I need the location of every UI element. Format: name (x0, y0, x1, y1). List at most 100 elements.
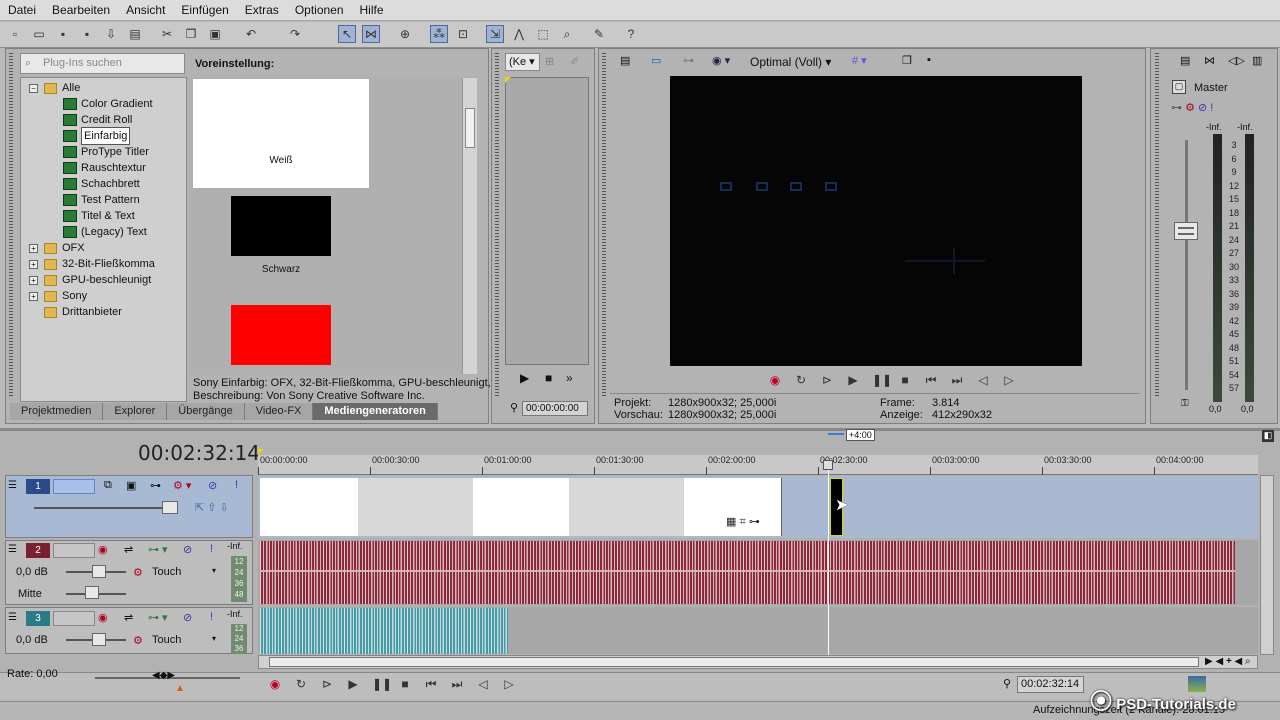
zoom-controls[interactable]: ▶ ◀ + ◀ ⌕ (1205, 656, 1251, 667)
help-pointer-icon[interactable]: ? (622, 25, 640, 43)
render-icon[interactable]: ⇩ (102, 25, 120, 43)
track-motion-icon[interactable]: ⧉ (104, 479, 112, 492)
master-fx-icons[interactable]: ⊶ ⚙ ⊘ ! (1171, 101, 1213, 114)
trimmer-dropdown[interactable]: (Ke ▾ (505, 53, 540, 71)
mute-icon[interactable]: ⊘ (208, 479, 217, 492)
video-preview[interactable] (670, 76, 1082, 366)
opacity-slider-handle[interactable] (162, 501, 178, 514)
arm-record-icon[interactable]: ◉ (98, 543, 108, 556)
mixer-dim-icon[interactable]: ◁▷ (1228, 54, 1245, 67)
tree-item-titel-text[interactable]: Titel & Text (63, 208, 135, 224)
tree-item-schachbrett[interactable]: Schachbrett (63, 176, 140, 192)
tree-item-protype-titler[interactable]: ProType Titler (63, 144, 149, 160)
record-icon[interactable]: ◉ (768, 373, 782, 387)
video-track-name[interactable] (53, 479, 95, 494)
save-icon[interactable]: ▪ (54, 25, 72, 43)
mixer-properties-icon[interactable]: ▤ (1180, 54, 1190, 67)
automation-icon[interactable]: ⚙ (133, 634, 143, 647)
trimmer-stop-icon[interactable]: ■ (545, 371, 552, 385)
trimmer-next-icon[interactable]: » (566, 371, 573, 385)
properties-icon[interactable]: ▤ (126, 25, 144, 43)
lock-icon[interactable]: ⚿ (1181, 398, 1189, 409)
open-folder-icon[interactable]: ▭ (30, 25, 48, 43)
tab-projektmedien[interactable]: Projektmedien (10, 403, 104, 420)
preset-white[interactable] (193, 79, 369, 188)
tree-item-sony[interactable]: + Sony (29, 288, 87, 304)
loop-icon[interactable]: ↻ (794, 373, 808, 387)
save-as-icon[interactable]: ▪ (78, 25, 96, 43)
loop-icon[interactable]: ↻ (294, 677, 308, 691)
paste-icon[interactable]: ▣ (206, 25, 224, 43)
go-to-end-icon[interactable]: ⏭ (950, 373, 964, 387)
selection-tool-icon[interactable]: ⬚ (534, 25, 552, 43)
save-snapshot-icon[interactable]: ▪ (927, 54, 931, 66)
envelope-tool-icon[interactable]: ⋀ (510, 25, 528, 43)
tree-item-test-pattern[interactable]: Test Pattern (63, 192, 140, 208)
automation-icon[interactable]: ⚙ (133, 566, 143, 579)
menu-datei[interactable]: Datei (0, 0, 44, 21)
external-monitor-icon[interactable]: ▭ (651, 54, 661, 67)
record-icon[interactable]: ◉ (268, 677, 282, 691)
undo-icon[interactable]: ↶ (242, 25, 260, 43)
tab-explorer[interactable]: Explorer (103, 403, 168, 420)
tree-item-color-gradient[interactable]: Color Gradient (63, 96, 153, 112)
auto-ripple-icon[interactable]: ↖ (338, 25, 356, 43)
grid-icon[interactable]: # ▾ (852, 54, 867, 67)
tree-item-rauschtextur[interactable]: Rauschtextur (63, 160, 146, 176)
audio-clip-2[interactable] (260, 541, 1235, 604)
copy-icon[interactable]: ❐ (182, 25, 200, 43)
track-collapse-icon[interactable]: ☰ (8, 612, 17, 623)
lock-envelope-icon[interactable]: ⊡ (454, 25, 472, 43)
menu-hilfe[interactable]: Hilfe (352, 0, 392, 21)
tree-item-alle[interactable]: − Alle (29, 80, 80, 96)
play-icon[interactable]: ▶ (846, 373, 860, 387)
master-bus-icon[interactable]: ▢ (1172, 80, 1186, 94)
master-fader-handle[interactable] (1174, 222, 1198, 240)
tab-video-fx[interactable]: Video-FX (244, 403, 314, 420)
volume-slider-handle[interactable] (92, 633, 106, 646)
tree-item-drittanbieter[interactable]: Drittanbieter (44, 304, 122, 320)
solo-icon[interactable]: ! (210, 611, 213, 623)
video-clip-grey[interactable] (569, 478, 684, 536)
trimmer-area[interactable] (505, 77, 589, 365)
menu-extras[interactable]: Extras (237, 0, 287, 21)
track-fx-icon[interactable]: ⚙ ▾ (173, 479, 191, 492)
pause-icon[interactable]: ❚❚ (372, 677, 392, 691)
brush-icon[interactable]: ✎ (590, 25, 608, 43)
stop-icon[interactable]: ■ (398, 677, 412, 691)
crossfade-icon[interactable]: ⋈ (362, 25, 380, 43)
preset-red[interactable] (231, 305, 331, 365)
volume-slider-handle[interactable] (92, 565, 106, 578)
preset-black[interactable] (231, 196, 331, 256)
preset-scrollbar[interactable] (462, 78, 477, 374)
next-frame-icon[interactable]: ▷ (502, 677, 516, 691)
new-file-icon[interactable]: ▫ (6, 25, 24, 43)
tree-item-einfarbig[interactable]: Einfarbig (63, 127, 131, 145)
arm-record-icon[interactable]: ◉ (98, 611, 108, 624)
menu-bearbeiten[interactable]: Bearbeiten (44, 0, 118, 21)
dock-grip[interactable] (495, 53, 499, 398)
pause-icon[interactable]: ❚❚ (872, 373, 892, 387)
next-frame-icon[interactable]: ▷ (1002, 373, 1016, 387)
plugin-search-input[interactable]: Plug-Ins suchen (20, 53, 185, 74)
normal-edit-tool-icon[interactable]: ⇲ (486, 25, 504, 43)
group-icon[interactable]: ⁂ (430, 25, 448, 43)
stop-icon[interactable]: ■ (898, 373, 912, 387)
mute-icon[interactable]: ⊘ (183, 543, 192, 556)
preview-quality-dropdown[interactable]: Optimal (Voll) ▾ (750, 55, 831, 69)
audio-track-2-name[interactable] (53, 543, 95, 558)
tree-item-credit-roll[interactable]: Credit Roll (63, 112, 132, 128)
automation-mode[interactable]: Touch (152, 634, 181, 646)
splitter[interactable] (0, 428, 1280, 431)
timeline-vscroll[interactable] (1260, 475, 1274, 655)
play-from-start-icon[interactable]: ⊳ (320, 677, 334, 691)
tree-item-32bit[interactable]: +32-Bit-Fließkomma (29, 256, 155, 272)
tab-mediengeneratoren[interactable]: Mediengeneratoren (313, 403, 438, 420)
preview-properties-icon[interactable]: ▤ (620, 54, 630, 67)
automation-mode[interactable]: Touch (152, 566, 181, 578)
time-ruler[interactable]: 00:00:00:00 00:00:30:00 00:01:00:00 00:01:3… (258, 455, 1258, 475)
go-to-start-icon[interactable]: ⏮ (424, 677, 438, 691)
tab-uebergaenge[interactable]: Übergänge (167, 403, 245, 420)
marker-bar-icon[interactable]: ◧ (1262, 430, 1274, 442)
tree-item-gpu[interactable]: + GPU-beschleunigt (29, 272, 151, 288)
